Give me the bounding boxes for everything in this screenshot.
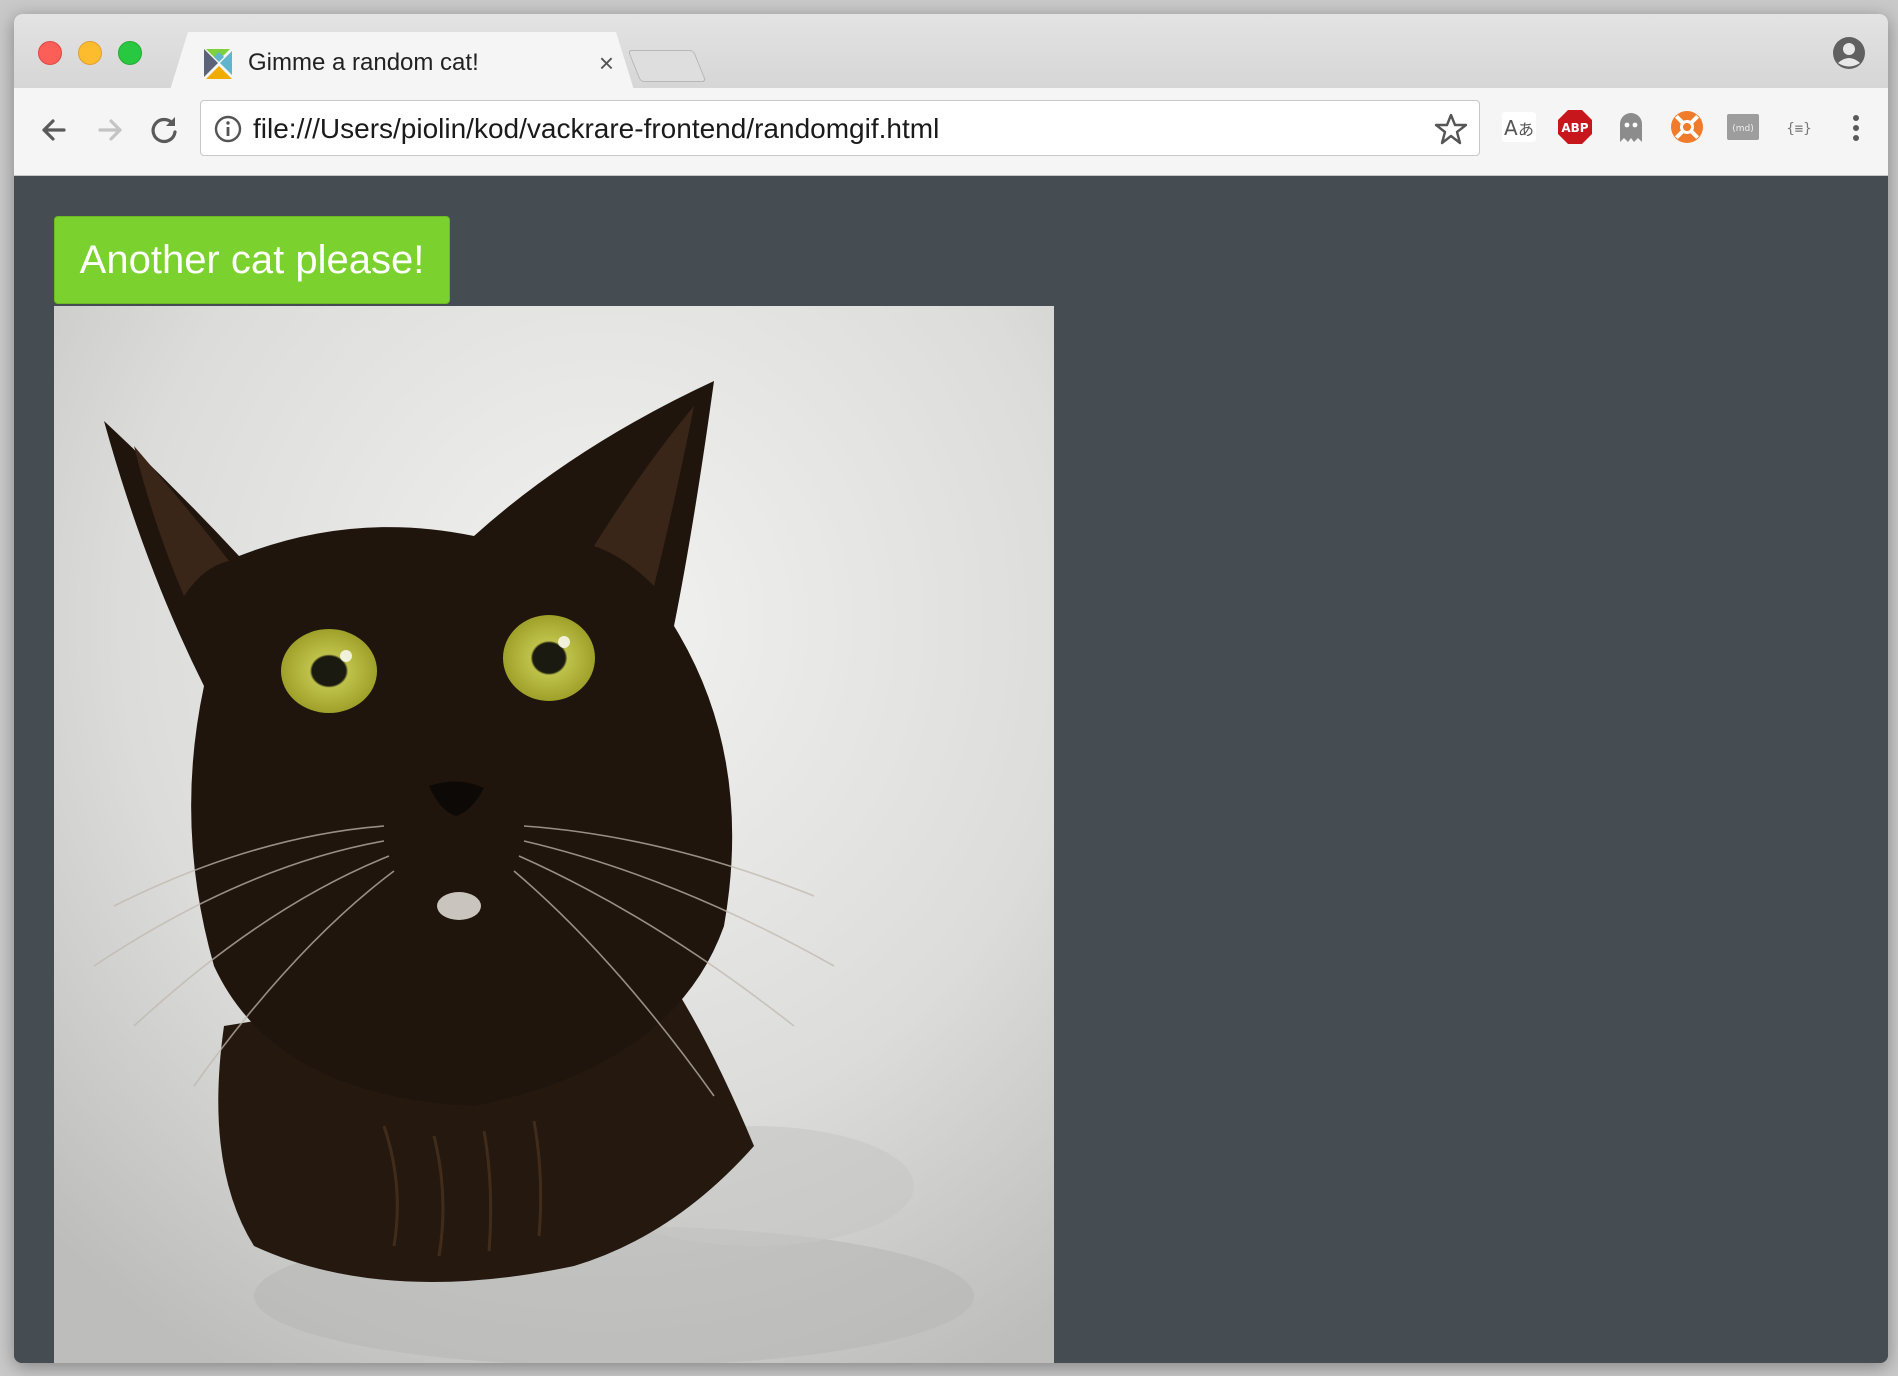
another-cat-button[interactable]: Another cat please! xyxy=(54,216,450,304)
ghostery-icon[interactable] xyxy=(1612,108,1650,146)
tab-title: Gimme a random cat! xyxy=(248,49,479,76)
back-arrow-icon[interactable] xyxy=(34,110,74,150)
translate-icon[interactable]: A あ xyxy=(1500,108,1538,146)
md-label: (md) xyxy=(1732,124,1754,134)
orange-extension-icon[interactable] xyxy=(1668,108,1706,146)
tab-close-icon[interactable]: × xyxy=(599,48,614,78)
elm-favicon-icon xyxy=(204,49,234,79)
adblock-plus-icon[interactable]: ABP xyxy=(1556,108,1594,146)
json-label: {≡} xyxy=(1786,121,1811,137)
new-tab-button[interactable] xyxy=(627,50,707,82)
browser-window: Gimme a random cat! × file:///Users/piol… xyxy=(14,14,1888,1363)
cat-photo xyxy=(54,306,1054,1363)
info-icon[interactable] xyxy=(213,114,243,144)
close-window-button[interactable] xyxy=(38,41,62,65)
minimize-window-button[interactable] xyxy=(78,41,102,65)
browser-toolbar: file:///Users/piolin/kod/vackrare-fronte… xyxy=(14,88,1888,176)
forward-arrow-icon[interactable] xyxy=(90,110,130,150)
abp-label: ABP xyxy=(1561,121,1588,135)
kebab-menu-icon[interactable] xyxy=(1846,108,1866,148)
profile-avatar-icon[interactable] xyxy=(1832,36,1866,70)
page-content: Another cat please! xyxy=(14,176,1888,1363)
markdown-icon[interactable]: (md) xyxy=(1724,108,1762,146)
address-bar[interactable]: file:///Users/piolin/kod/vackrare-fronte… xyxy=(200,100,1480,156)
tab-active[interactable]: Gimme a random cat! × xyxy=(170,32,634,90)
tab-strip: Gimme a random cat! × xyxy=(14,14,1888,88)
json-formatter-icon[interactable]: {≡} xyxy=(1780,108,1818,146)
reload-icon[interactable] xyxy=(144,110,184,150)
bookmark-star-icon[interactable] xyxy=(1433,111,1469,147)
maximize-window-button[interactable] xyxy=(118,41,142,65)
svg-text:あ: あ xyxy=(1518,120,1534,139)
svg-text:A: A xyxy=(1504,116,1518,140)
url-text[interactable]: file:///Users/piolin/kod/vackrare-fronte… xyxy=(253,113,939,145)
